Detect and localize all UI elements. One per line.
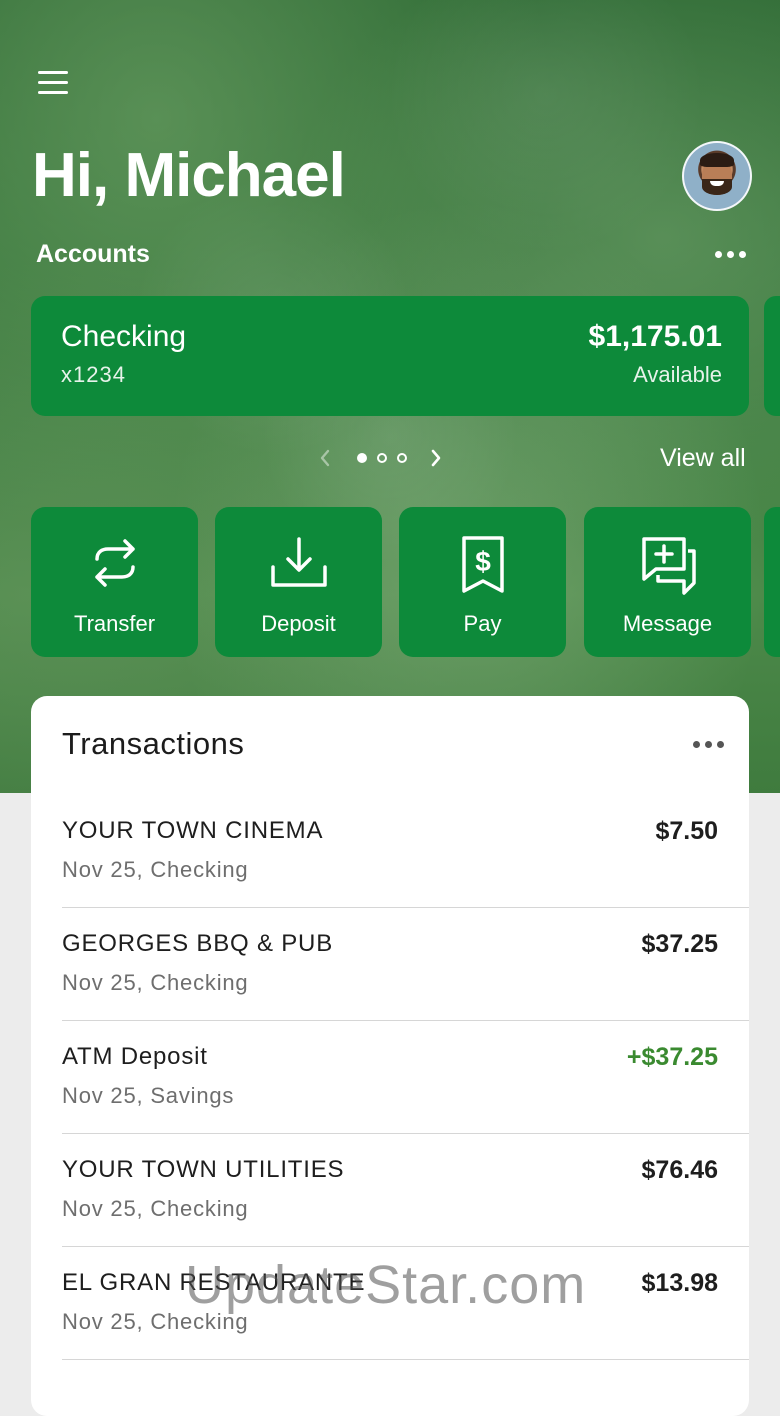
transaction-row[interactable]: YOUR TOWN UTILITIES Nov 25, Checking $76… [31, 1134, 749, 1247]
pay-label: Pay [463, 611, 502, 636]
deposit-label: Deposit [261, 611, 336, 636]
watermark-text: UpdateStar.com [185, 1255, 587, 1315]
avatar-hair [700, 153, 734, 167]
profile-avatar[interactable] [682, 141, 752, 211]
transaction-row[interactable]: GEORGES BBQ & PUB Nov 25, Checking $37.2… [31, 908, 749, 1021]
row-divider [62, 1359, 749, 1360]
transaction-detail: Nov 25, Checking [62, 970, 249, 995]
pager-dot-1[interactable] [357, 453, 367, 463]
pager-dot-2[interactable] [377, 453, 387, 463]
message-button[interactable]: Message [584, 507, 751, 657]
account-name: Checking [61, 320, 187, 353]
transaction-detail: Nov 25, Savings [62, 1083, 235, 1108]
transfer-button[interactable]: Transfer [31, 507, 198, 657]
transactions-more-icon[interactable] [693, 741, 724, 748]
next-action-peek[interactable] [764, 507, 780, 657]
account-balance-label: Available [633, 362, 722, 387]
pay-bill-icon: $ [461, 536, 504, 593]
account-card-checking[interactable]: Checking x1234 $1,175.01 Available [31, 296, 749, 416]
transaction-row[interactable]: YOUR TOWN CINEMA Nov 25, Checking $7.50 [31, 795, 749, 908]
transaction-amount: $37.25 [641, 930, 718, 958]
account-pager [312, 444, 450, 472]
transaction-amount-credit: +$37.25 [626, 1043, 718, 1071]
transaction-amount: $76.46 [641, 1156, 718, 1184]
accounts-label: Accounts [36, 240, 150, 268]
view-all-accounts-link[interactable]: View all [660, 444, 746, 473]
transaction-merchant: YOUR TOWN CINEMA [62, 817, 324, 844]
chevron-left-icon[interactable] [312, 444, 340, 472]
transfer-icon [94, 539, 135, 587]
transaction-amount: $7.50 [655, 817, 718, 845]
greeting-title: Hi, Michael [32, 141, 346, 210]
transaction-merchant: YOUR TOWN UTILITIES [62, 1156, 345, 1183]
transactions-title: Transactions [62, 726, 245, 761]
transaction-row[interactable]: ATM Deposit Nov 25, Savings +$37.25 [31, 1021, 749, 1134]
pager-dot-3[interactable] [397, 453, 407, 463]
transaction-amount: $13.98 [641, 1269, 718, 1297]
transfer-label: Transfer [73, 611, 156, 636]
hamburger-menu-icon[interactable] [38, 71, 68, 95]
deposit-icon [270, 537, 327, 587]
transaction-detail: Nov 25, Checking [62, 1196, 249, 1221]
deposit-button[interactable]: Deposit [215, 507, 382, 657]
message-label: Message [622, 611, 713, 636]
pay-button[interactable]: $ Pay [399, 507, 566, 657]
message-icon [641, 537, 696, 595]
chevron-right-icon[interactable] [422, 444, 450, 472]
transaction-merchant: ATM Deposit [62, 1043, 208, 1070]
account-balance: $1,175.01 [588, 320, 722, 353]
transaction-merchant: GEORGES BBQ & PUB [62, 930, 334, 957]
accounts-more-icon[interactable] [715, 251, 746, 258]
next-account-card-peek[interactable] [764, 296, 780, 416]
svg-text:$: $ [475, 546, 491, 577]
transaction-detail: Nov 25, Checking [62, 857, 249, 882]
account-number: x1234 [61, 362, 126, 387]
